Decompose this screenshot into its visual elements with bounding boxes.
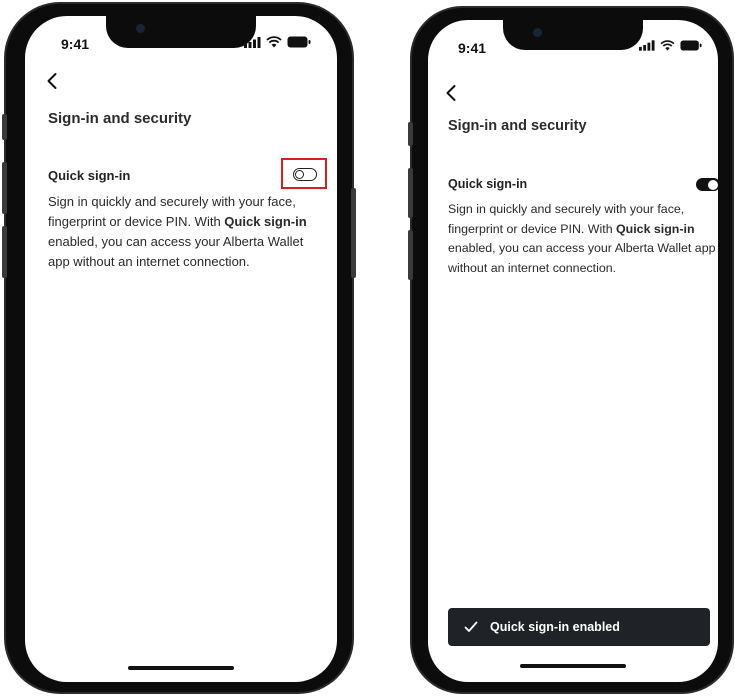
quick-sign-in-description: Sign in quickly and securely with your f… — [448, 200, 716, 278]
description-bold-term: Quick sign-in — [616, 221, 695, 236]
volume-down-button — [408, 230, 413, 280]
notch — [106, 16, 256, 48]
toggle-knob — [295, 169, 304, 179]
checkmark-icon — [464, 621, 478, 632]
toggle-knob — [708, 179, 718, 190]
cellular-signal-icon — [244, 36, 261, 48]
status-time: 9:41 — [61, 36, 90, 52]
volume-down-button — [2, 226, 7, 278]
battery-icon — [680, 40, 702, 51]
front-camera — [136, 24, 145, 33]
description-text-end: enabled, you can access your Alberta Wal… — [48, 234, 304, 269]
battery-icon — [287, 36, 311, 48]
screen-left: 9:41 Sign-in and security Quick sign-in — [25, 16, 337, 682]
description-bold-term: Quick sign-in — [224, 214, 307, 229]
power-button — [351, 188, 356, 278]
status-time: 9:41 — [458, 40, 487, 56]
phone-mockup-left: 9:41 Sign-in and security Quick sign-in — [2, 2, 356, 694]
cellular-signal-icon — [639, 40, 655, 51]
toast-notification: Quick sign-in enabled — [448, 608, 710, 646]
status-icons — [244, 36, 311, 48]
chevron-left-icon[interactable] — [444, 84, 460, 102]
quick-sign-in-toggle[interactable] — [293, 168, 317, 181]
page-title: Sign-in and security — [48, 110, 192, 127]
wifi-icon — [660, 40, 675, 51]
toast-message: Quick sign-in enabled — [490, 620, 620, 634]
volume-up-button — [408, 168, 413, 218]
phone-mockup-right: 9:41 Sign-in and security Quick sign-in — [408, 6, 734, 694]
home-indicator[interactable] — [520, 664, 626, 668]
screen-right: 9:41 Sign-in and security Quick sign-in — [428, 20, 718, 682]
volume-up-button — [2, 162, 7, 214]
quick-sign-in-label: Quick sign-in — [448, 177, 528, 191]
notch — [503, 20, 643, 50]
wifi-icon — [266, 36, 282, 48]
mute-switch — [2, 114, 7, 140]
description-text-end: enabled, you can access your Alberta Wal… — [448, 241, 716, 275]
quick-sign-in-description: Sign in quickly and securely with your f… — [48, 192, 328, 272]
page-title: Sign-in and security — [448, 118, 587, 134]
home-indicator[interactable] — [128, 666, 234, 670]
status-icons — [639, 40, 702, 51]
front-camera — [533, 28, 542, 37]
quick-sign-in-label: Quick sign-in — [48, 168, 131, 183]
chevron-left-icon[interactable] — [45, 72, 61, 90]
quick-sign-in-toggle[interactable] — [696, 178, 718, 191]
mute-switch — [408, 122, 413, 146]
